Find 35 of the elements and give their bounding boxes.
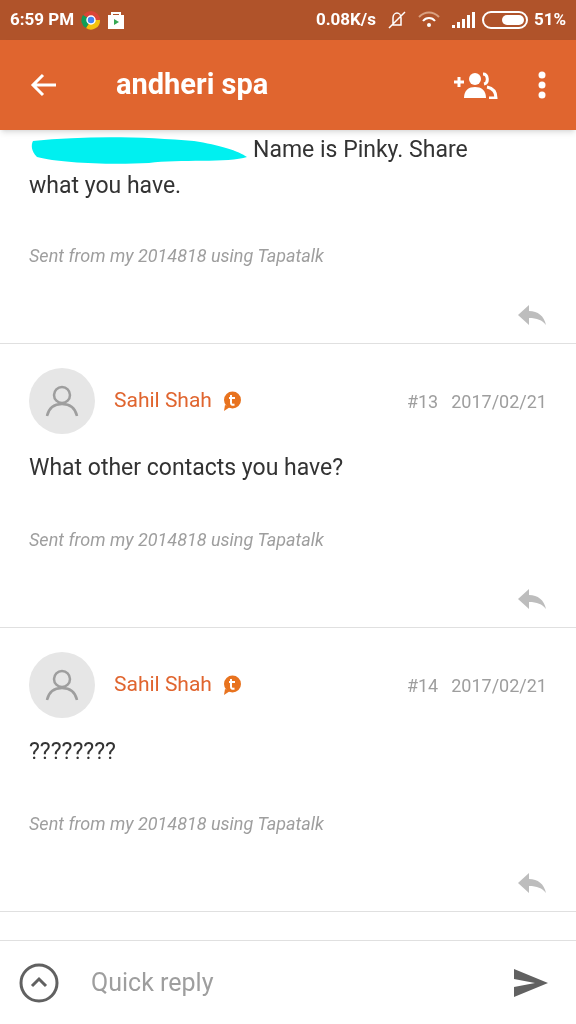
browser-icon	[81, 10, 102, 30]
reply-icon[interactable]	[517, 587, 547, 611]
signature: Sent from my 2014818 using Tapatalk	[29, 244, 325, 268]
quick-reply-field[interactable]: Quick reply	[91, 963, 513, 1002]
tapatalk-icon	[221, 675, 242, 695]
post-body: what you have.	[29, 171, 182, 201]
post-date: 2017/02/21	[451, 673, 547, 698]
more-icon[interactable]	[538, 71, 546, 99]
post-body: What other contacts you have?	[29, 453, 344, 483]
back-icon[interactable]	[30, 73, 58, 97]
user-icon	[45, 385, 79, 417]
post-body: ????????	[29, 737, 116, 767]
user-icon	[45, 669, 79, 701]
signature: Sent from my 2014818 using Tapatalk	[29, 812, 325, 836]
signature: Sent from my 2014818 using Tapatalk	[29, 528, 325, 552]
author-name[interactable]: Sahil Shah	[114, 669, 212, 701]
network-speed: 0.08K/s	[315, 8, 376, 32]
post-number: #13	[406, 389, 439, 414]
post-date: 2017/02/21	[451, 389, 547, 414]
reply-icon[interactable]	[517, 303, 547, 327]
wifi-icon	[417, 11, 440, 29]
add-person-icon[interactable]	[452, 71, 498, 99]
status-time: 6:59 PM	[10, 8, 75, 32]
battery-level: 51%	[533, 8, 566, 32]
expand-icon[interactable]	[19, 962, 59, 1003]
author-name[interactable]: Sahil Shah	[114, 385, 212, 417]
send-icon[interactable]	[513, 967, 549, 998]
signal-icon	[449, 11, 476, 29]
reply-icon[interactable]	[517, 871, 547, 895]
store-icon	[106, 10, 127, 30]
tapatalk-icon	[221, 391, 242, 411]
post-number: #14	[406, 673, 439, 698]
battery-icon	[481, 10, 528, 30]
thread-title: andheri spa	[116, 66, 269, 104]
post-body: Name is Pinky. Share	[253, 135, 468, 165]
